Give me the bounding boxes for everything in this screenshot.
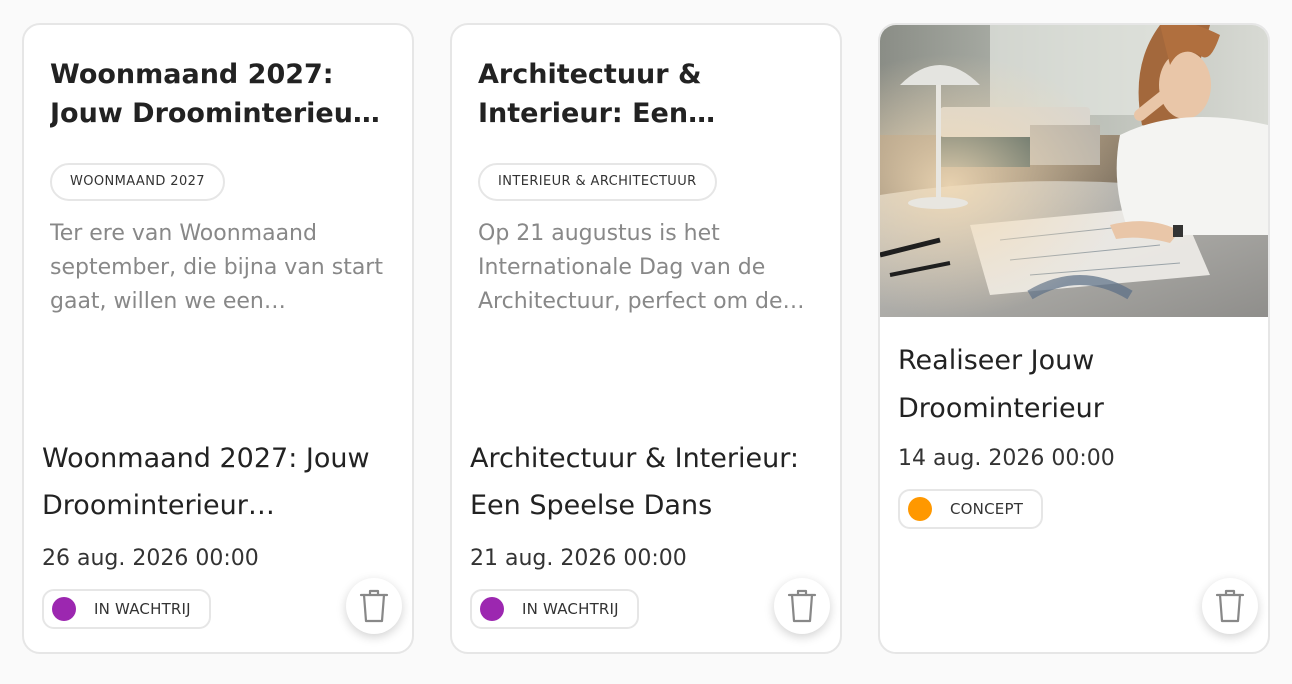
trash-icon xyxy=(787,589,817,623)
category-tag: WOONMAAND 2027 xyxy=(50,163,225,201)
post-text-preview: Woonmaand 2027: Jouw Droominterieur Real… xyxy=(50,55,386,319)
post-card[interactable]: Woonmaand 2027: Jouw Droominterieur Real… xyxy=(22,23,414,654)
status-dot xyxy=(52,597,76,621)
post-cover-image xyxy=(880,25,1268,317)
post-card-grid: Woonmaand 2027: Jouw Droominterieur Real… xyxy=(0,0,1292,684)
post-card[interactable]: Realiseer Jouw Droominterieur 14 aug. 20… xyxy=(878,23,1270,654)
status-label: IN WACHTRIJ xyxy=(94,600,191,618)
category-tag: INTERIEUR & ARCHITECTUUR xyxy=(478,163,717,201)
status-badge: CONCEPT xyxy=(898,489,1044,529)
trash-icon xyxy=(359,589,389,623)
status-badge: IN WACHTRIJ xyxy=(42,589,211,629)
card-footer: Architectuur & Interieur: Een Speelse Da… xyxy=(470,435,822,629)
preview-excerpt: Op 21 augustus is het Internationale Dag… xyxy=(478,221,805,314)
scheduled-date: 14 aug. 2026 00:00 xyxy=(898,446,1115,471)
delete-button[interactable] xyxy=(1202,578,1258,634)
status-dot xyxy=(480,597,504,621)
preview-title: Woonmaand 2027: Jouw Droominterieur Real… xyxy=(50,59,367,129)
post-card[interactable]: Architectuur & Interieur: Een Speelse Da… xyxy=(450,23,842,654)
status-badge: IN WACHTRIJ xyxy=(470,589,639,629)
scheduled-date: 26 aug. 2026 00:00 xyxy=(42,546,259,571)
delete-button[interactable] xyxy=(774,578,830,634)
preview-excerpt: Ter ere van Woonmaand september, die bij… xyxy=(50,221,383,314)
post-title[interactable]: Realiseer Jouw Droominterieur xyxy=(898,337,1250,433)
status-label: IN WACHTRIJ xyxy=(522,600,619,618)
trash-icon xyxy=(1215,589,1245,623)
preview-title: Architectuur & Interieur: Een Speelse Da… xyxy=(478,59,702,129)
card-footer: Realiseer Jouw Droominterieur 14 aug. 20… xyxy=(898,337,1250,529)
status-dot xyxy=(908,497,932,521)
post-text-preview: Architectuur & Interieur: Een Speelse Da… xyxy=(478,55,814,319)
delete-button[interactable] xyxy=(346,578,402,634)
card-footer: Woonmaand 2027: Jouw Droominterieur Real… xyxy=(42,435,394,629)
scheduled-date: 21 aug. 2026 00:00 xyxy=(470,546,687,571)
post-title[interactable]: Architectuur & Interieur: Een Speelse Da… xyxy=(470,435,822,529)
architect-photo xyxy=(880,25,1268,317)
status-label: CONCEPT xyxy=(950,500,1024,518)
post-title[interactable]: Woonmaand 2027: Jouw Droominterieur Real… xyxy=(42,435,394,529)
